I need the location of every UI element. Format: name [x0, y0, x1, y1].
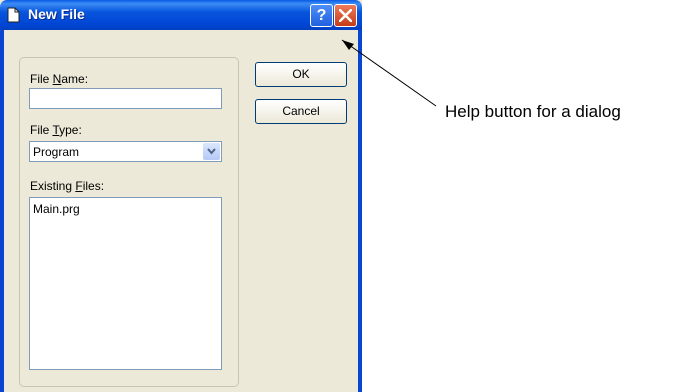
callout-label: Help button for a dialog: [445, 102, 621, 121]
callout-pointer: [341, 39, 437, 107]
